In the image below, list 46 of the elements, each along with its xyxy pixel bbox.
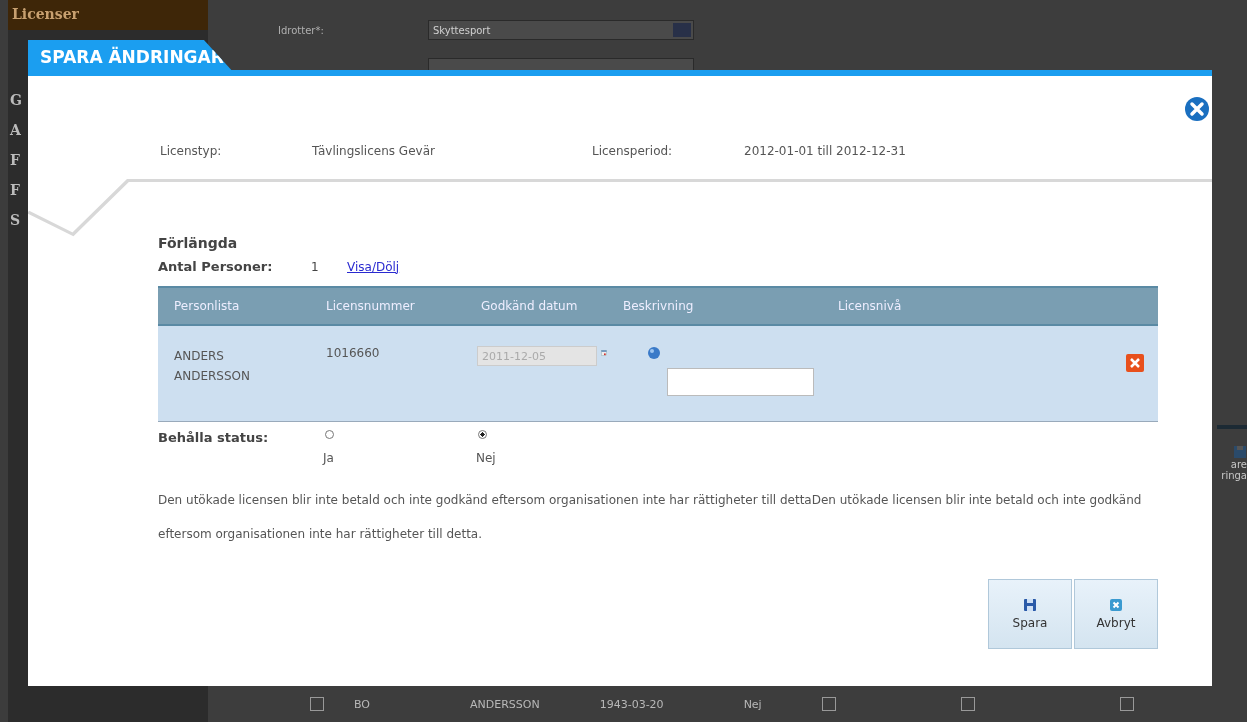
- field-label: Idrotter*:: [277, 24, 325, 36]
- save-button[interactable]: Spara: [988, 579, 1072, 649]
- cancel-icon: [1109, 598, 1123, 612]
- column-header: Godkänd datum: [480, 299, 579, 313]
- show-hide-link[interactable]: Visa/Dölj: [347, 259, 400, 274]
- info-value: 2012-01-01 till 2012-12-31: [744, 144, 906, 158]
- table-cell-text: 1016660: [325, 346, 381, 362]
- table-cell: Nej: [743, 697, 762, 711]
- floppy-icon: [1233, 445, 1247, 459]
- sidebar-header: Licenser: [8, 0, 208, 30]
- cancel-button[interactable]: Avbryt: [1074, 579, 1158, 649]
- checkbox[interactable]: [1119, 697, 1134, 711]
- help-icon[interactable]: [647, 346, 661, 360]
- info-label: Licenstyp:: [160, 144, 223, 158]
- radio-label: Ja: [323, 451, 335, 465]
- delete-icon[interactable]: [1126, 354, 1144, 372]
- save-changes-button[interactable]: are ringa: [1217, 425, 1247, 481]
- column-header: Personlista: [173, 299, 241, 313]
- checkbox[interactable]: [310, 697, 324, 711]
- checkbox[interactable]: [821, 697, 836, 711]
- description-field[interactable]: [667, 368, 814, 396]
- sidebar-item[interactable]: F: [8, 180, 22, 200]
- sidebar-item[interactable]: S: [8, 210, 23, 230]
- checkbox[interactable]: [960, 697, 975, 711]
- column-header: Licensnivå: [837, 299, 903, 313]
- count-value: 1: [311, 259, 320, 274]
- table-cell-text: ANDERS ANDERSSON: [173, 348, 251, 385]
- sport-select[interactable]: Skyttesport: [428, 20, 694, 40]
- radio-button[interactable]: [478, 430, 487, 439]
- column-header: Beskrivning: [622, 299, 695, 313]
- close-icon[interactable]: [1184, 96, 1210, 122]
- info-value: Tävlingslicens Gevär: [312, 144, 436, 158]
- section-title: Förlängda: [158, 235, 239, 251]
- sidebar-item[interactable]: A: [8, 120, 23, 140]
- count-label: Antal Personer:: [158, 259, 274, 274]
- floppy-icon: [1023, 598, 1037, 612]
- table-cell: ANDERSSON: [470, 697, 540, 711]
- column-header: Licensnummer: [325, 299, 416, 313]
- table-cell: BO: [354, 697, 370, 711]
- sidebar-item[interactable]: F: [8, 150, 22, 170]
- status-label: Behålla status:: [158, 430, 270, 445]
- radio-label: Nej: [476, 451, 497, 465]
- table-cell: 1943-03-20: [599, 697, 664, 711]
- sidebar-item[interactable]: G: [8, 90, 24, 110]
- info-label: Licensperiod:: [592, 144, 674, 158]
- info-message: Den utökade licensen blir inte betald och inte godkänd eftersom organisationen inte har rättigheter till dettaDen utökade licensen blir inte betald och inte godkänd eftersom organisationen inte har rättigheter till detta.: [158, 492, 1143, 543]
